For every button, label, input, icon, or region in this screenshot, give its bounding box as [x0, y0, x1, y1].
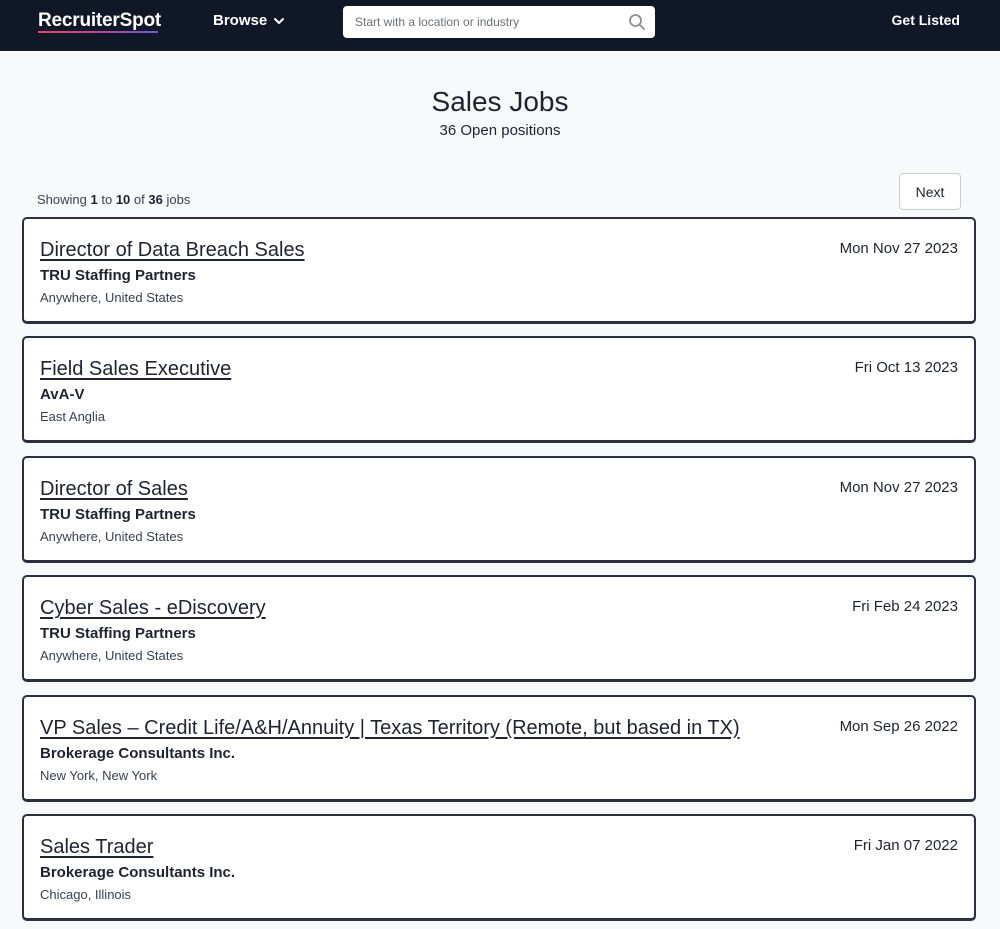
job-title-link[interactable]: Director of Sales: [40, 478, 188, 501]
get-listed-link[interactable]: Get Listed: [892, 12, 960, 28]
job-location: Anywhere, United States: [40, 648, 184, 663]
job-card: VP Sales – Credit Life/A&H/Annuity | Tex…: [22, 695, 976, 802]
range-end: 10: [115, 192, 131, 207]
job-location: East Anglia: [40, 409, 106, 424]
job-title-link[interactable]: Sales Trader: [40, 836, 153, 859]
job-title-link[interactable]: Field Sales Executive: [40, 358, 231, 381]
total-count: 36: [148, 192, 163, 207]
job-title-link[interactable]: VP Sales – Credit Life/A&H/Annuity | Tex…: [40, 717, 740, 740]
job-posted-date: Mon Nov 27 2023: [839, 240, 958, 257]
job-company: TRU Staffing Partners: [40, 506, 196, 523]
range-start: 1: [90, 192, 98, 207]
site-logo[interactable]: RecruiterSpot: [38, 10, 161, 32]
job-company: AvA-V: [40, 386, 85, 403]
search-input[interactable]: [343, 6, 655, 38]
job-location: Anywhere, United States: [40, 529, 184, 544]
job-card: Director of Data Breach Sales TRU Staffi…: [22, 217, 976, 324]
page-title: Sales Jobs: [431, 86, 569, 117]
job-card: Sales Trader Brokerage Consultants Inc. …: [22, 814, 976, 921]
job-title-link[interactable]: Cyber Sales - eDiscovery: [40, 597, 266, 620]
job-card: Field Sales Executive AvA-V East Anglia …: [22, 336, 976, 443]
job-company: TRU Staffing Partners: [40, 625, 196, 642]
logo-underline: [38, 31, 158, 33]
browse-label: Browse: [213, 12, 268, 29]
results-summary: Showing 1 to 10 of 36 jobs: [37, 192, 191, 207]
job-posted-date: Mon Sep 26 2022: [839, 718, 958, 735]
search-icon[interactable]: [628, 13, 646, 31]
job-location: Chicago, Illinois: [40, 887, 132, 902]
next-page-button[interactable]: Next: [899, 173, 961, 210]
job-title-link[interactable]: Director of Data Breach Sales: [40, 239, 305, 262]
job-card: Cyber Sales - eDiscovery TRU Staffing Pa…: [22, 575, 976, 682]
job-company: Brokerage Consultants Inc.: [40, 745, 236, 762]
top-navigation-bar: RecruiterSpot Browse Get Listed: [0, 0, 1000, 51]
job-posted-date: Fri Jan 07 2022: [853, 837, 958, 854]
job-company: Brokerage Consultants Inc.: [40, 864, 236, 881]
job-card: Director of Sales TRU Staffing Partners …: [22, 456, 976, 563]
search-box: [343, 6, 655, 38]
browse-menu-button[interactable]: Browse: [213, 12, 285, 29]
job-location: New York, New York: [40, 768, 158, 783]
job-posted-date: Fri Oct 13 2023: [854, 359, 958, 376]
job-company: TRU Staffing Partners: [40, 267, 196, 284]
job-posted-date: Fri Feb 24 2023: [852, 598, 958, 615]
job-posted-date: Mon Nov 27 2023: [839, 479, 958, 496]
open-positions-count: 36 Open positions: [439, 122, 561, 139]
job-location: Anywhere, United States: [40, 290, 184, 305]
chevron-down-icon: [274, 18, 285, 24]
